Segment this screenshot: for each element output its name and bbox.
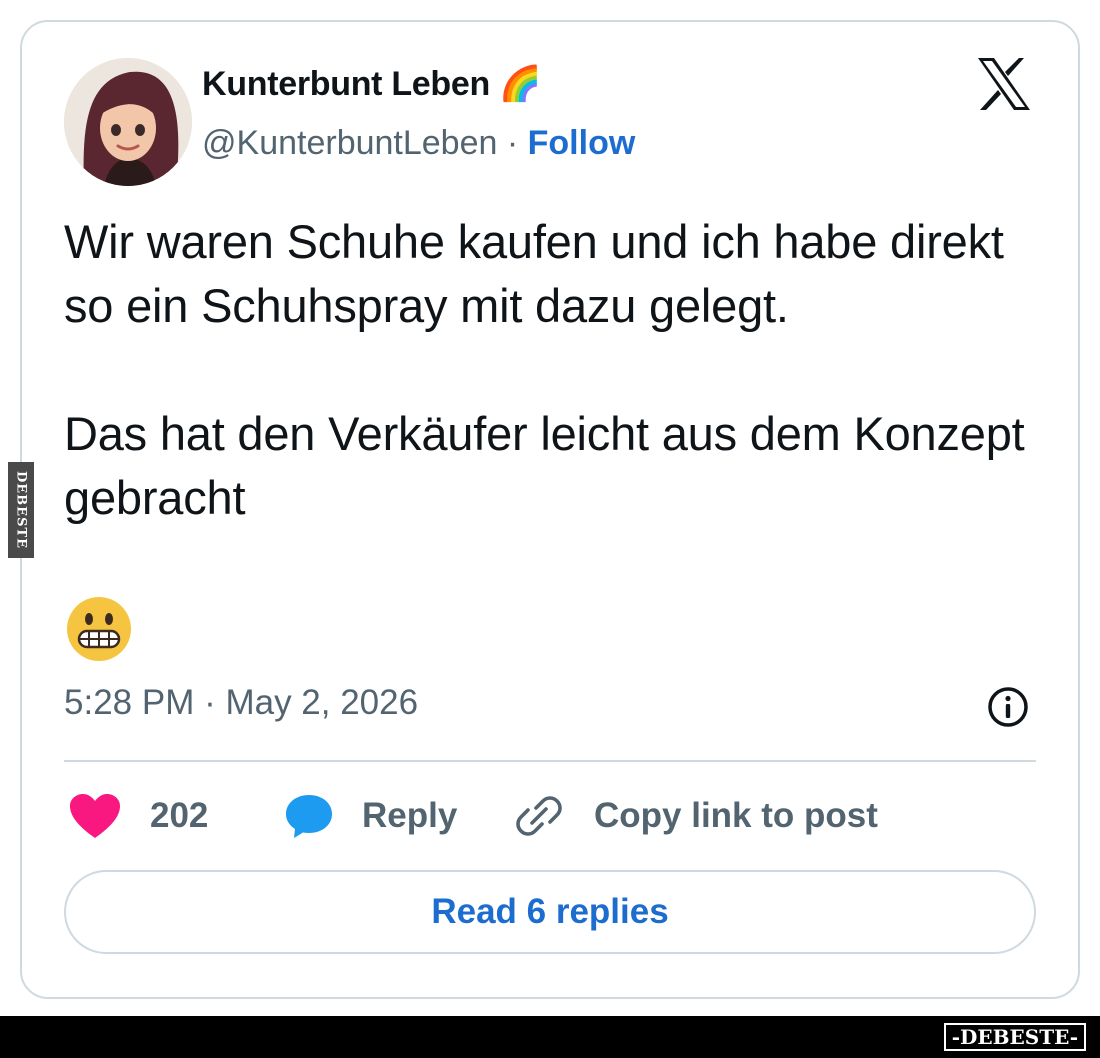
avatar-illustration [64, 58, 192, 186]
copy-link-button[interactable]: Copy link to post [514, 786, 878, 846]
handle-separator: · [497, 124, 528, 162]
speech-bubble-icon [286, 795, 332, 838]
x-logo-icon[interactable] [972, 54, 1036, 114]
bottom-watermark: -DEBESTE- [943, 1023, 1086, 1051]
grimacing-face-emoji [67, 597, 131, 661]
like-button[interactable]: 202 [68, 786, 208, 846]
post-timestamp[interactable]: 5:28 PM · May 2, 2026 [64, 683, 418, 723]
author-handle[interactable]: @KunterbuntLeben [202, 124, 497, 162]
post-text: Wir waren Schuhe kaufen und ich habe dir… [64, 215, 1025, 524]
reply-label: Reply [362, 796, 458, 835]
info-icon[interactable] [986, 685, 1030, 729]
side-watermark: DEBESTE [8, 462, 34, 558]
copy-link-label: Copy link to post [594, 796, 878, 835]
follow-button[interactable]: Follow [528, 124, 636, 162]
author-display-name[interactable]: Kunterbunt Leben 🌈 [202, 64, 541, 104]
bottom-bar: -DEBESTE- [0, 1016, 1100, 1058]
read-replies-button[interactable]: Read 6 replies [64, 870, 1036, 954]
link-icon [516, 796, 562, 836]
actions-divider [64, 760, 1036, 762]
reply-button[interactable]: Reply [284, 786, 457, 846]
like-count: 202 [150, 796, 209, 835]
heart-icon [70, 794, 120, 838]
author-avatar[interactable] [64, 58, 192, 186]
author-handle-line: @KunterbuntLeben · Follow [202, 124, 635, 163]
